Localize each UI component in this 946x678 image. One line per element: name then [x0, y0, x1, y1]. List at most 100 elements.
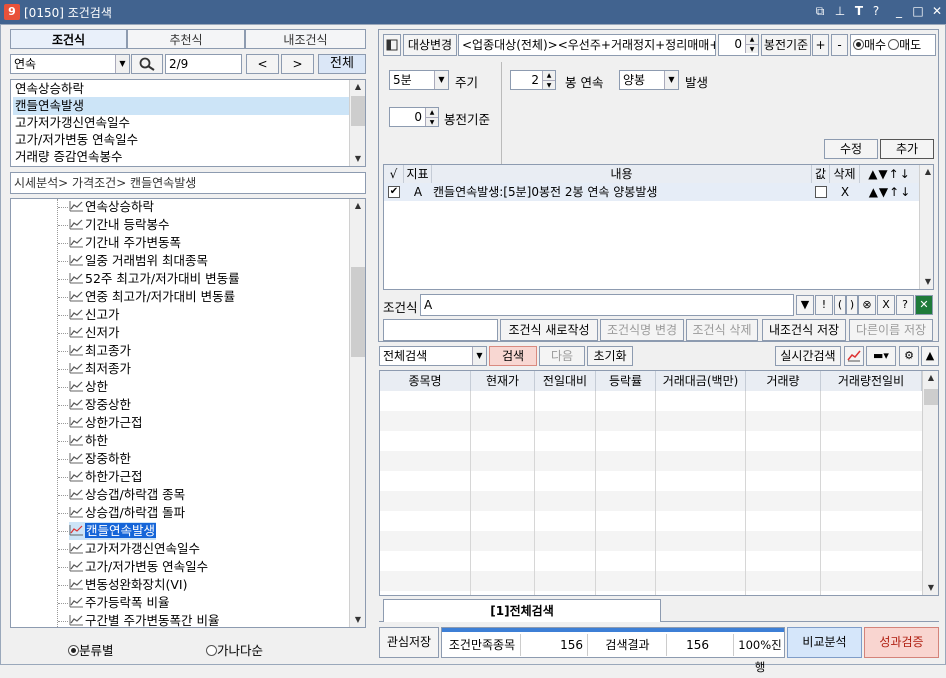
candle-type-select[interactable]: 양봉 ▼: [619, 70, 679, 90]
col-change-rate[interactable]: 등락률: [596, 371, 656, 391]
layout-menu-icon[interactable]: ▬▾: [866, 346, 896, 366]
tab-my-conditions[interactable]: 내조건식: [245, 29, 366, 49]
tree-item[interactable]: 상한: [69, 378, 108, 396]
row-content[interactable]: 캔들연속발생:[5분]0봉전 2봉 연속 양봉발생: [432, 183, 812, 201]
search-results-list[interactable]: 연속상승하락 캔들연속발생 고가저가갱신연속일수 고가/저가변동 연속일수 거래…: [10, 79, 366, 167]
chart-icon[interactable]: [844, 346, 864, 366]
tree-item[interactable]: 장중하한: [69, 450, 131, 468]
help-icon[interactable]: ?: [868, 3, 884, 19]
tree-item[interactable]: 52주 최고가/저가대비 변동률: [69, 270, 240, 288]
tree-item[interactable]: 구간별 주가변동폭간 비율: [69, 612, 219, 627]
window-restore-icon[interactable]: ⧉: [812, 3, 828, 19]
op-delete[interactable]: X: [877, 295, 895, 315]
scroll-up-icon[interactable]: ▲: [350, 199, 365, 213]
dock-icon[interactable]: [383, 34, 401, 56]
results-grid[interactable]: 종목명 현재가 전일대비 등락률 거래대금(백만) 거래량 거래량전일비 ▲ ▼: [379, 370, 939, 596]
rename-condition-button[interactable]: 조건식명 변경: [600, 319, 684, 341]
bar-offset-spin[interactable]: 0 ▲ ▼: [718, 34, 759, 56]
tree-item-selected[interactable]: 캔들연속발생: [69, 522, 157, 540]
all-button[interactable]: 전체: [318, 54, 366, 74]
delete-row-button[interactable]: X: [830, 183, 860, 201]
delete-condition-button[interactable]: 조건식 삭제: [686, 319, 758, 341]
checkbox-checked[interactable]: ✔: [388, 186, 400, 198]
list-item[interactable]: 고가저가갱신연속일수: [13, 114, 130, 132]
results-scrollbar[interactable]: ▲ ▼: [349, 80, 365, 166]
tree-item[interactable]: 상승갭/하락갭 종목: [69, 486, 185, 504]
tab-recommended[interactable]: 추천식: [127, 29, 245, 49]
tree-item[interactable]: 연속상승하락: [69, 199, 154, 216]
scroll-up-icon[interactable]: ▲: [923, 371, 938, 385]
add-button[interactable]: 추가: [880, 139, 934, 159]
scroll-down-icon[interactable]: ▼: [350, 613, 365, 627]
tab-conditions[interactable]: 조건식: [10, 29, 127, 49]
op-not[interactable]: !: [815, 295, 833, 315]
list-item[interactable]: 연속상승하락: [13, 80, 84, 98]
scroll-down-icon[interactable]: ▼: [350, 152, 365, 166]
formula-input[interactable]: A: [420, 294, 794, 316]
performance-check-button[interactable]: 성과검증: [864, 627, 939, 658]
tree-item[interactable]: 고가저가갱신연속일수: [69, 540, 200, 558]
scroll-down-icon[interactable]: ▼: [920, 275, 933, 289]
scroll-up-icon[interactable]: ▲: [920, 165, 933, 179]
title-bar[interactable]: [0, 0, 946, 24]
prev-button[interactable]: <: [246, 54, 279, 74]
sort-by-name[interactable]: 가나다순: [206, 640, 263, 659]
col-volume-ratio[interactable]: 거래량전일비: [821, 371, 922, 391]
chevron-down-icon[interactable]: ▼: [664, 71, 678, 89]
search-button[interactable]: [131, 54, 163, 74]
condition-table[interactable]: √ 지표 내용 값 삭제 ▲▼↑↓ ✔ A 캔들연속발생:[5분]0봉전 2봉 …: [383, 164, 934, 290]
list-item[interactable]: 고가/저가변동 연속일수: [13, 131, 138, 149]
radio-on-icon[interactable]: [68, 645, 79, 656]
pin-icon[interactable]: ⊥: [832, 3, 848, 19]
tab-all-search[interactable]: [1]전체검색: [383, 599, 661, 622]
plus-button[interactable]: +: [812, 34, 829, 56]
search-next-button[interactable]: 다음: [539, 346, 585, 366]
period-select[interactable]: 5분 ▼: [389, 70, 449, 90]
realtime-search-button[interactable]: 실시간검색: [775, 346, 841, 366]
minimize-icon[interactable]: _: [891, 3, 907, 19]
tree-item[interactable]: 상한가근접: [69, 414, 143, 432]
tree-item[interactable]: 상승갭/하락갭 돌파: [69, 504, 185, 522]
tree-item[interactable]: 일중 거래범위 최대종목: [69, 252, 208, 270]
next-button[interactable]: >: [281, 54, 314, 74]
radio-off-icon[interactable]: [888, 39, 900, 50]
tree-item[interactable]: 장중상한: [69, 396, 131, 414]
list-item[interactable]: 거래량 증감연속봉수: [13, 148, 122, 166]
op-help[interactable]: ?: [896, 295, 914, 315]
spin-down-icon[interactable]: ▼: [542, 80, 555, 89]
move-row-buttons[interactable]: ▲▼↑↓: [860, 183, 920, 201]
table-scrollbar[interactable]: ▲ ▼: [919, 165, 933, 289]
excel-icon[interactable]: ✕: [915, 295, 933, 315]
spin-up-icon[interactable]: ▲: [425, 108, 438, 117]
value-checkbox[interactable]: [815, 186, 827, 198]
app-icon[interactable]: 9: [4, 4, 20, 20]
search-input[interactable]: 연속 ▼: [10, 54, 130, 74]
save-condition-button[interactable]: 내조건식 저장: [762, 319, 846, 341]
tree-item[interactable]: 최저종가: [69, 360, 131, 378]
compare-analysis-button[interactable]: 비교분석: [787, 627, 862, 658]
chevron-down-icon[interactable]: ▼: [472, 347, 486, 365]
col-trade-value[interactable]: 거래대금(백만): [656, 371, 746, 391]
close-icon[interactable]: ✕: [929, 3, 945, 19]
reset-button[interactable]: 초기화: [587, 346, 633, 366]
gear-icon[interactable]: ⚙: [899, 346, 919, 366]
tree-item[interactable]: 신고가: [69, 306, 120, 324]
list-item-selected[interactable]: 캔들연속발생: [13, 97, 349, 115]
tree-item[interactable]: 최고종가: [69, 342, 131, 360]
tree-scrollbar[interactable]: ▲ ▼: [349, 199, 365, 627]
scroll-thumb[interactable]: [924, 389, 938, 405]
edit-button[interactable]: 수정: [824, 139, 878, 159]
tree-item[interactable]: 연중 최고가/저가대비 변동률: [69, 288, 235, 306]
collapse-up-icon[interactable]: ▲: [921, 346, 939, 366]
condition-name-input[interactable]: [383, 319, 498, 341]
col-stock-name[interactable]: 종목명: [380, 371, 471, 391]
condition-tree[interactable]: 연속상승하락 기간내 등락봉수 기간내 주가변동폭 일중 거래범위 최대종목 52주 최…: [10, 198, 366, 628]
tree-item[interactable]: 하한: [69, 432, 108, 450]
op-dropdown[interactable]: ▼: [796, 295, 814, 315]
search-run-button[interactable]: 검색: [489, 346, 537, 366]
new-condition-button[interactable]: 조건식 새로작성: [500, 319, 598, 341]
scroll-thumb[interactable]: [351, 96, 365, 126]
tree-item[interactable]: 변동성완화장치(VI): [69, 576, 188, 594]
save-as-button[interactable]: 다른이름 저장: [849, 319, 933, 341]
tree-item[interactable]: 고가/저가변동 연속일수: [69, 558, 208, 576]
